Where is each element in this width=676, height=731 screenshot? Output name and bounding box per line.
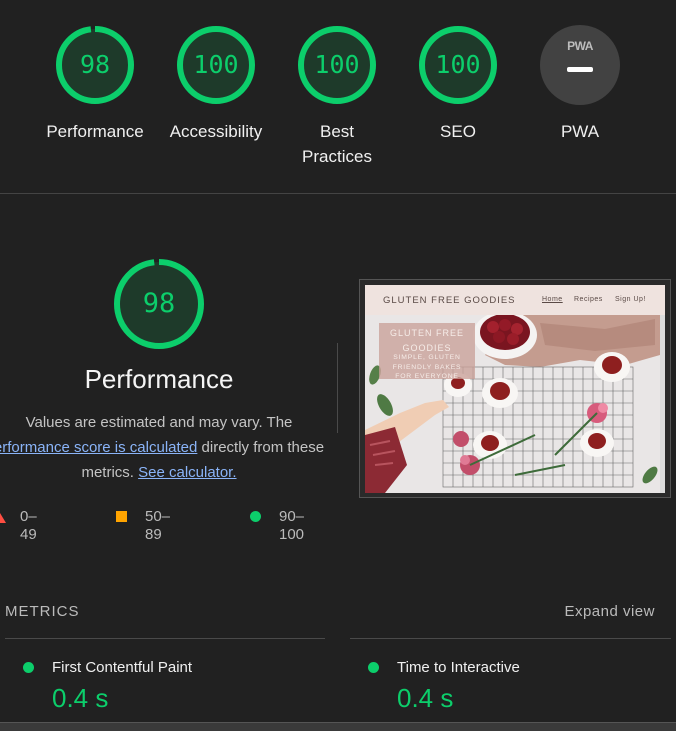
overlay-title-line-2: GOODIES bbox=[402, 343, 452, 353]
performance-detail-score: 98 bbox=[142, 288, 176, 319]
average-square-icon bbox=[116, 511, 127, 522]
best-practices-label: Best Practices bbox=[302, 122, 372, 166]
best-practices-score-value: 100 bbox=[314, 50, 360, 79]
performance-label: Performance bbox=[46, 122, 144, 141]
score-performance[interactable]: 98 Performance bbox=[35, 25, 155, 144]
score-summary: 98 Performance 100 Accessibility 100 Bes… bbox=[0, 0, 676, 193]
description-line-2: erformance score is calculated directly … bbox=[0, 435, 328, 460]
screenshot-hero-image: GLUTEN FREE GOODIES SIMPLE, GLUTEN FRIEN… bbox=[365, 315, 660, 493]
screenshot-logo: GLUTEN FREE GOODIES bbox=[383, 295, 516, 306]
score-calculated-link[interactable]: erformance score is calculated bbox=[0, 439, 197, 456]
screenshot-hero-overlay: GLUTEN FREE GOODIES SIMPLE, GLUTEN FRIEN… bbox=[379, 323, 475, 380]
performance-gauge: 98 bbox=[55, 25, 135, 105]
overlay-sub-line-2: FRIENDLY BAKES bbox=[392, 363, 462, 371]
metric-value: 0.4 s bbox=[397, 683, 454, 713]
seo-gauge: 100 bbox=[418, 25, 498, 105]
score-best-practices[interactable]: 100 Best Practices bbox=[277, 25, 397, 169]
screenshot-scrollbar bbox=[660, 315, 665, 493]
description-line-3: metrics. See calculator. bbox=[0, 460, 328, 485]
metric-title: Time to Interactive bbox=[397, 659, 520, 676]
accessibility-gauge: 100 bbox=[176, 25, 256, 105]
see-calculator-link[interactable]: See calculator. bbox=[138, 464, 236, 481]
overlay-title-line-1: GLUTEN FREE bbox=[389, 328, 464, 338]
legend-average-label: 50–89 bbox=[145, 508, 171, 543]
description-line-1: Values are estimated and may vary. The bbox=[25, 414, 293, 431]
expand-view-toggle[interactable]: Expand view bbox=[564, 603, 655, 620]
overlay-sub-line-3: FOR EVERYONE bbox=[395, 373, 459, 380]
best-practices-gauge: 100 bbox=[297, 25, 377, 105]
screenshot-nav-signup: Sign Up! bbox=[615, 296, 646, 303]
metrics-divider-left bbox=[5, 638, 325, 639]
vertical-divider bbox=[337, 343, 338, 433]
final-screenshot[interactable]: GLUTEN FREE GOODIES Home Recipes Sign Up… bbox=[359, 279, 671, 498]
performance-description: Values are estimated and may vary. The e… bbox=[0, 410, 328, 485]
description-line-2-text: directly from these bbox=[197, 439, 325, 456]
pass-circle-icon bbox=[250, 511, 261, 522]
metrics-header: METRICS bbox=[5, 603, 80, 620]
screenshot-nav-home: Home bbox=[542, 296, 563, 303]
screenshot-nav-recipes: Recipes bbox=[574, 296, 603, 303]
score-pwa[interactable]: PWA PWA bbox=[520, 25, 640, 144]
legend-pass-label: 90–100 bbox=[279, 508, 305, 543]
seo-score-value: 100 bbox=[435, 50, 481, 79]
score-seo[interactable]: 100 SEO bbox=[398, 25, 518, 144]
legend-fail-label: 0–49 bbox=[20, 508, 37, 543]
score-accessibility[interactable]: 100 Accessibility bbox=[156, 25, 276, 144]
performance-title: Performance bbox=[84, 364, 234, 394]
accessibility-score-value: 100 bbox=[193, 50, 239, 79]
overlay-sub-line-1: SIMPLE, GLUTEN bbox=[393, 354, 461, 361]
pwa-dash-icon bbox=[567, 67, 593, 72]
screenshot-navbar: GLUTEN FREE GOODIES Home Recipes Sign Up… bbox=[365, 285, 665, 315]
metric-value: 0.4 s bbox=[52, 683, 109, 713]
performance-detail-gauge: 98 bbox=[113, 258, 205, 350]
metric-title: First Contentful Paint bbox=[52, 659, 193, 676]
screenshot-page: GLUTEN FREE GOODIES Home Recipes Sign Up… bbox=[365, 285, 665, 493]
pwa-badge-icon: PWA bbox=[540, 25, 620, 105]
pwa-badge-text: PWA bbox=[567, 39, 593, 53]
accessibility-label: Accessibility bbox=[169, 122, 263, 141]
seo-label: SEO bbox=[440, 122, 476, 141]
section-divider bbox=[0, 193, 676, 194]
metrics-divider-right bbox=[350, 638, 671, 639]
fail-triangle-icon bbox=[0, 513, 6, 523]
performance-score-value: 98 bbox=[79, 50, 111, 79]
pass-dot-icon bbox=[368, 662, 379, 673]
description-line-3-text: metrics. bbox=[81, 464, 139, 481]
pass-dot-icon bbox=[23, 662, 34, 673]
pwa-label: PWA bbox=[560, 122, 600, 141]
